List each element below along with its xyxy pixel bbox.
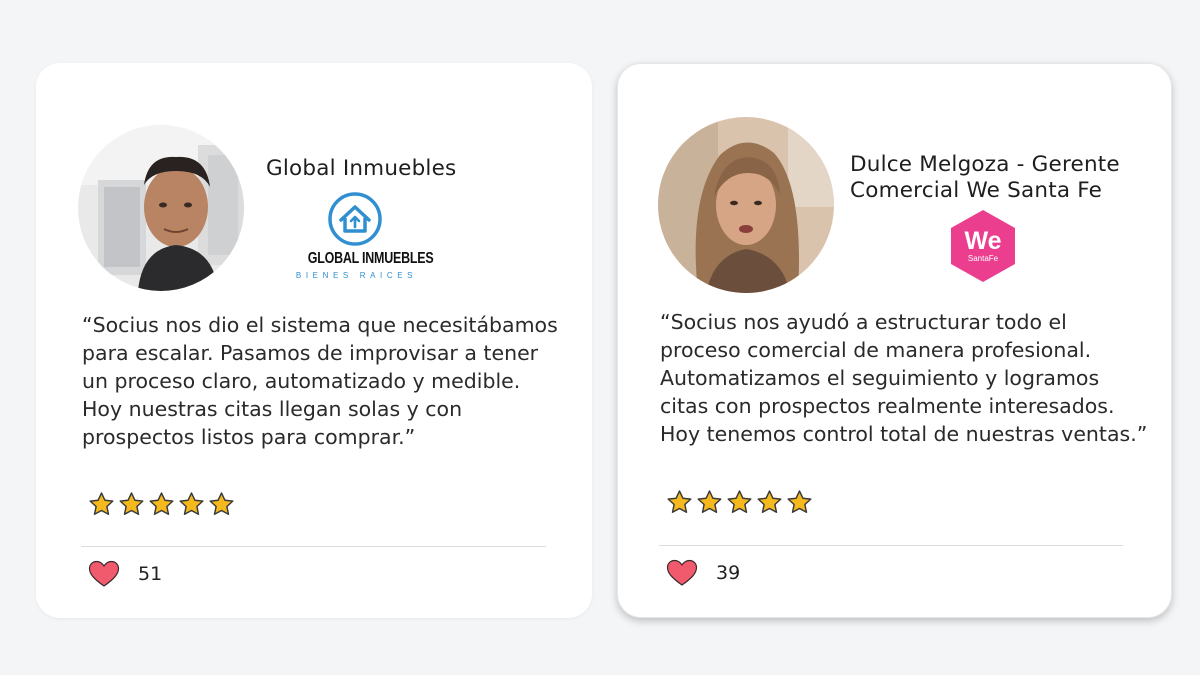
logo-tagline: BIENES RAICES <box>295 271 418 280</box>
testimonial-card-we-santa-fe: Dulce Melgoza - Gerente Comercial We San… <box>617 63 1172 618</box>
reviewer-name: Dulce Melgoza - Gerente Comercial We San… <box>850 152 1120 203</box>
heart-icon[interactable] <box>666 559 698 587</box>
company-logo-global-inmuebles: GLOBAL INMUEBLES BIENES RAICES <box>294 191 434 287</box>
star-icon <box>787 490 812 514</box>
star-icon <box>757 490 782 514</box>
divider <box>81 546 546 547</box>
like-button[interactable]: 51 <box>88 560 162 588</box>
man-portrait-photo <box>78 125 244 291</box>
logo-wordmark: GLOBAL INMUEBLES <box>307 250 434 267</box>
heart-icon[interactable] <box>88 560 120 588</box>
star-icon <box>209 492 234 516</box>
star-icon <box>667 490 692 514</box>
star-icon <box>89 492 114 516</box>
star-icon <box>727 490 752 514</box>
divider <box>659 545 1123 546</box>
logo-wordmark: We <box>964 227 1001 255</box>
like-count: 51 <box>138 563 163 585</box>
we-hexagon-logo-icon: We SantaFe <box>951 210 1015 282</box>
avatar <box>658 117 834 293</box>
woman-portrait-photo <box>658 117 834 293</box>
like-count: 39 <box>716 562 741 584</box>
star-icon <box>149 492 174 516</box>
logo-tagline: SantaFe <box>968 254 999 263</box>
reviewer-name: Global Inmuebles <box>266 156 457 181</box>
star-rating <box>666 489 813 516</box>
testimonial-quote: “Socius nos dio el sistema que necesitáb… <box>82 313 558 449</box>
star-icon <box>697 490 722 514</box>
testimonial-card-global-inmuebles: Global Inmuebles GLOBAL INMUEBLES BIENES… <box>36 63 592 618</box>
house-circle-logo-icon <box>328 192 382 246</box>
like-button[interactable]: 39 <box>666 559 740 587</box>
star-rating <box>88 491 235 518</box>
testimonial-quote: “Socius nos ayudó a estructurar todo el … <box>660 310 1148 446</box>
star-icon <box>179 492 204 516</box>
star-icon <box>119 492 144 516</box>
company-logo-we-santa-fe: We SantaFe <box>950 209 1016 283</box>
avatar <box>78 125 244 291</box>
